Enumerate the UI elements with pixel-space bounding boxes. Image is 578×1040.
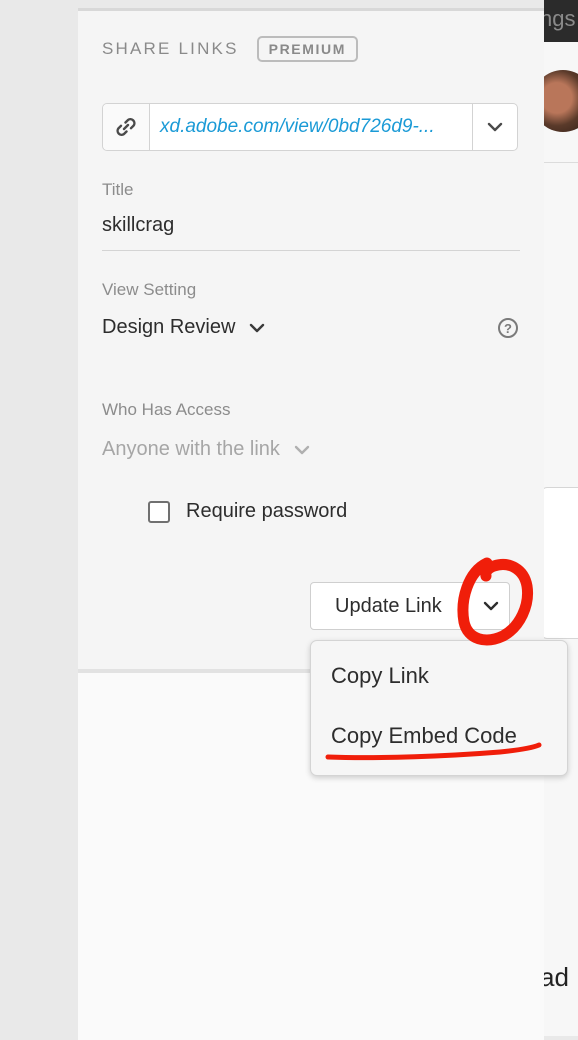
link-dropdown-button[interactable] [472,104,517,150]
background-topbar-text: ngs [544,6,576,31]
access-value: Anyone with the link [102,438,280,460]
chevron-down-icon [487,122,503,132]
access-dropdown: Anyone with the link [102,438,310,461]
require-password-row[interactable]: Require password [148,500,347,523]
update-link-button[interactable]: Update Link [335,595,442,618]
panel-top-border [78,8,544,11]
share-links-panel: SHARE LINKS PREMIUM xd.adobe.com/view/0b… [78,8,544,1040]
chevron-down-icon[interactable] [483,601,499,611]
panel-title: SHARE LINKS [102,39,239,58]
background-topbar: ngs [544,0,578,42]
menu-item-copy-link[interactable]: Copy Link [331,663,429,689]
view-setting-label: View Setting [102,280,197,299]
share-link-selector[interactable]: xd.adobe.com/view/0bd726d9-... [102,103,518,151]
share-link-url[interactable]: xd.adobe.com/view/0bd726d9-... [150,104,472,150]
menu-item-copy-embed-code[interactable]: Copy Embed Code [331,723,517,749]
link-icon [116,118,136,136]
background-text: ad [540,962,569,992]
require-password-label: Require password [186,500,348,522]
who-has-access-label: Who Has Access [102,400,231,419]
help-icon[interactable]: ? [498,318,518,338]
background-card [541,487,578,639]
update-link-split-button[interactable]: Update Link [310,582,510,630]
view-setting-dropdown[interactable]: Design Review [102,316,265,339]
help-glyph: ? [504,320,512,336]
chevron-down-icon [294,445,310,454]
title-label: Title [102,180,134,199]
background-divider [544,162,578,163]
copy-link-icon-button[interactable] [103,104,150,150]
chevron-down-icon [250,323,265,332]
panel-header: SHARE LINKS PREMIUM [102,36,358,62]
view-setting-value: Design Review [102,316,236,338]
require-password-checkbox[interactable] [148,500,170,523]
premium-badge: PREMIUM [256,36,358,62]
update-link-dropdown-menu: Copy Link Copy Embed Code [310,640,568,776]
title-divider [102,250,520,251]
title-input[interactable]: skillcrag [102,214,174,237]
